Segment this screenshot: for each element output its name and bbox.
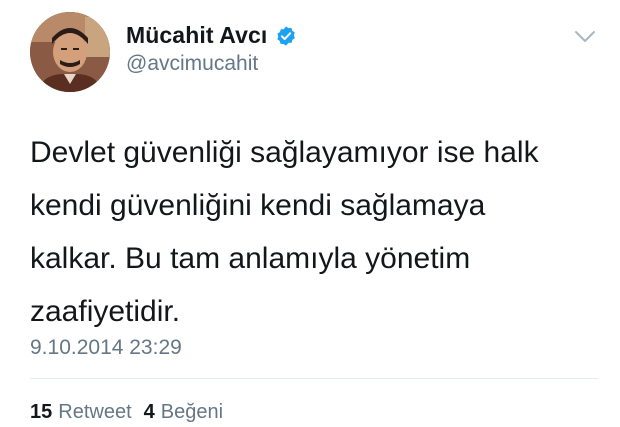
tweet-text-line: Devlet güvenliği sağlayamıyor ise halk [30, 136, 539, 169]
avatar-image [30, 12, 110, 92]
author-name-row: Mücahit Avcı [126, 22, 297, 49]
tweet-text-line: kalkar. Bu tam anlamıyla yönetim [30, 242, 471, 275]
chevron-down-icon[interactable] [574, 30, 596, 44]
like-count: 4 [143, 401, 155, 423]
tweet-timestamp[interactable]: 9.10.2014 23:29 [30, 336, 182, 360]
avatar[interactable] [30, 12, 110, 92]
divider [30, 378, 598, 379]
display-name[interactable]: Mücahit Avcı [126, 22, 267, 49]
tweet-text-line: kendi güvenliğini kendi sağlamaya [30, 189, 486, 222]
user-handle[interactable]: @avcimucahit [126, 52, 258, 76]
tweet-text-line: zaafiyetidir. [30, 295, 181, 328]
tweet-text: Devlet güvenliği sağlayamıyor ise halk k… [30, 126, 590, 338]
retweet-label: Retweet [58, 401, 132, 423]
tweet-card: Mücahit Avcı @avcimucahit Devlet güvenli… [0, 0, 620, 427]
like-label: Beğeni [160, 401, 224, 423]
like-count-link[interactable]: 4 Beğeni [144, 401, 223, 424]
verified-badge-icon [275, 25, 297, 47]
retweet-count-link[interactable]: 15 Retweet [30, 401, 132, 424]
retweet-count: 15 [30, 401, 53, 423]
tweet-stats: 15 Retweet 4 Beğeni [30, 401, 235, 424]
